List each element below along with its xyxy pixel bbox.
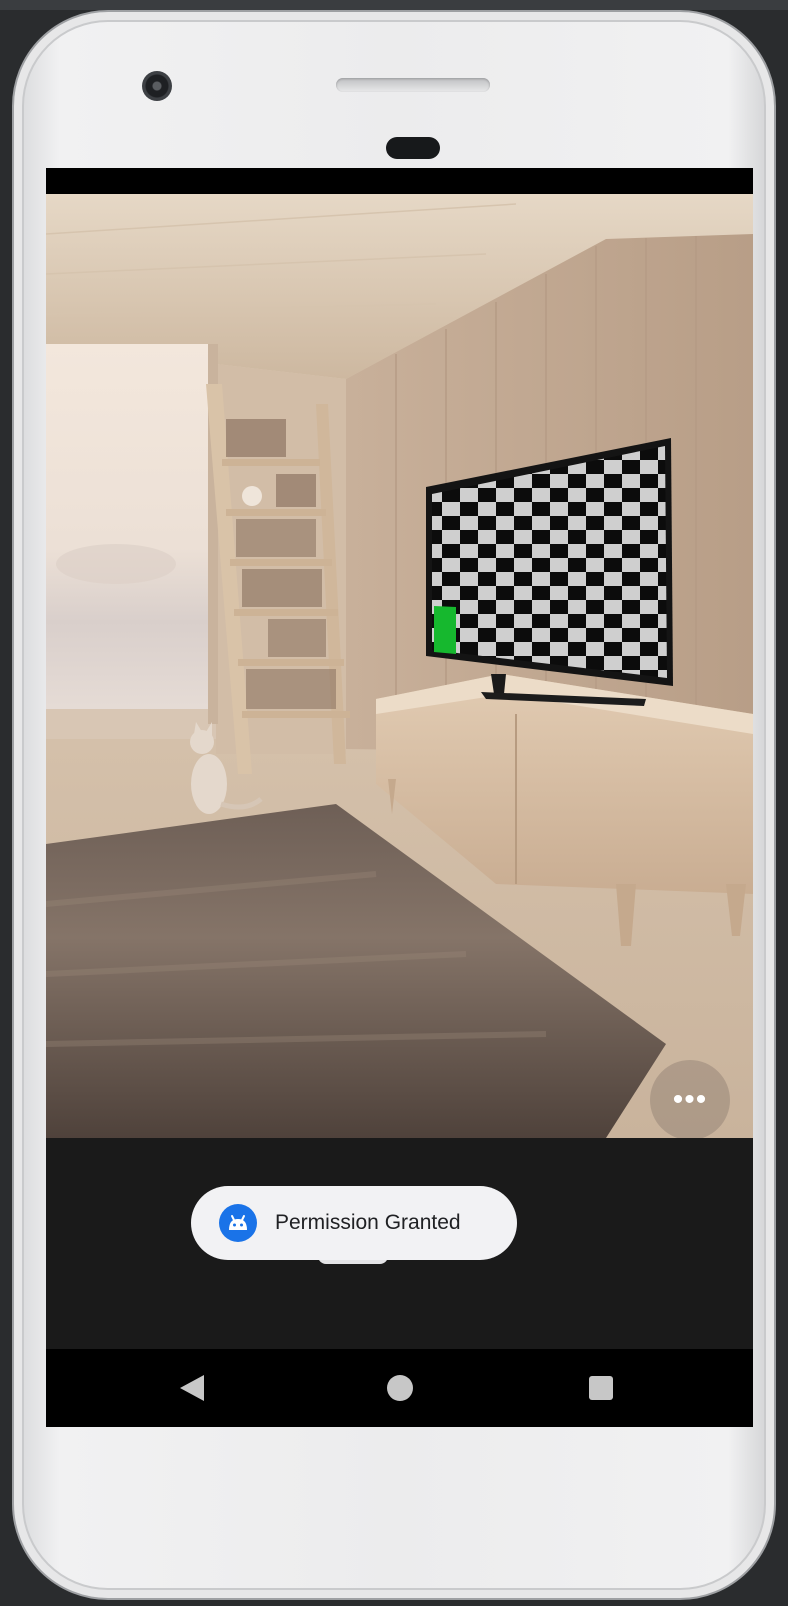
more-options-button[interactable]: ••• (650, 1060, 730, 1138)
room-illustration (46, 194, 753, 1138)
back-triangle-icon[interactable] (180, 1375, 204, 1401)
proximity-sensor (386, 137, 440, 159)
android-robot-icon (219, 1204, 257, 1242)
room-photo: ••• (46, 194, 753, 1138)
tv-green-marker (434, 606, 456, 654)
front-camera (142, 71, 172, 101)
recents-square-icon[interactable] (589, 1376, 613, 1400)
status-bar (46, 168, 753, 194)
earpiece-speaker (336, 78, 490, 92)
permission-toast: Permission Granted (191, 1186, 517, 1260)
home-circle-icon[interactable] (387, 1375, 413, 1401)
emulator-top-bar (0, 0, 788, 10)
toast-message: Permission Granted (275, 1211, 461, 1234)
navigation-bar (46, 1349, 753, 1427)
more-horizontal-icon: ••• (672, 1083, 708, 1116)
